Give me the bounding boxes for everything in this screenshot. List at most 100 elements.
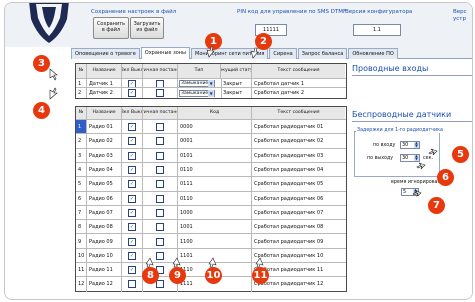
table-row[interactable]: 8 Радио 08 ✓ 1001 Сработал радиодатчик 08 bbox=[76, 219, 346, 235]
row-code[interactable]: 0101 bbox=[178, 148, 252, 163]
row-message[interactable]: Сработал радиодатчик 09 bbox=[252, 234, 345, 248]
tab-balance-request[interactable]: Запрос баланса bbox=[297, 48, 348, 59]
row-message[interactable]: Сработал радиодатчик 04 bbox=[252, 163, 345, 177]
row-code[interactable]: 0110 bbox=[178, 191, 252, 206]
partial-checkbox[interactable] bbox=[156, 89, 164, 97]
tab-alarm-notification[interactable]: Оповещение о тревоге bbox=[71, 48, 140, 59]
partial-checkbox[interactable] bbox=[156, 194, 164, 203]
seconds-label: сек. bbox=[423, 156, 434, 161]
partial-checkbox[interactable] bbox=[156, 237, 164, 246]
enabled-checkbox[interactable]: ✓ bbox=[128, 123, 136, 132]
row-code[interactable]: 0110 bbox=[178, 162, 252, 178]
row-name[interactable]: Радио 08 bbox=[87, 220, 122, 235]
type-select[interactable]: Замыкание ▼ bbox=[179, 80, 215, 87]
row-name[interactable]: Радио 06 bbox=[87, 191, 122, 206]
row-message[interactable]: Сработал радиодатчик 07 bbox=[252, 206, 345, 220]
enabled-checkbox[interactable]: ✓ bbox=[128, 151, 136, 160]
row-code[interactable]: 1100 bbox=[178, 234, 252, 249]
row-name[interactable]: Радио 04 bbox=[87, 162, 122, 178]
row-code[interactable]: 0001 bbox=[178, 134, 252, 149]
row-name[interactable]: Радио 05 bbox=[87, 177, 122, 192]
partial-checkbox[interactable] bbox=[156, 280, 164, 289]
tab-siren[interactable]: Сирена bbox=[269, 48, 297, 59]
table-row[interactable]: 5 Радио 05 ✓ 0111 Сработал радиодатчик 05 bbox=[76, 176, 346, 192]
partial-checkbox[interactable] bbox=[156, 223, 164, 232]
row-num: 2 bbox=[76, 88, 87, 98]
row-name[interactable]: Радио 02 bbox=[87, 134, 122, 149]
row-enabled-cell bbox=[122, 277, 143, 292]
callout-8: 8 bbox=[142, 267, 159, 284]
spin-arrows-icon[interactable]: ▲ ▼ bbox=[414, 141, 419, 148]
row-enabled-cell: ✓ bbox=[122, 162, 143, 178]
enabled-checkbox[interactable]: ✓ bbox=[128, 251, 136, 260]
row-name[interactable]: Радио 07 bbox=[87, 205, 122, 221]
row-message[interactable]: Сработал радиодатчик 03 bbox=[252, 149, 345, 163]
row-partial-cell bbox=[143, 234, 178, 249]
chevron-down-icon[interactable]: ▼ bbox=[208, 89, 214, 97]
row-name[interactable]: Радио 10 bbox=[87, 248, 122, 263]
row-name[interactable]: Радио 03 bbox=[87, 148, 122, 163]
row-message[interactable]: Сработал радиодатчик 02 bbox=[252, 134, 345, 148]
pin-code-label: PIN код для управления по SMS DTMF bbox=[237, 9, 347, 15]
partial-checkbox[interactable] bbox=[156, 151, 164, 160]
row-message[interactable]: Сработал радиодатчик 01 bbox=[252, 120, 345, 134]
load-from-file-button[interactable]: Загрузить из файл bbox=[130, 17, 164, 39]
entry-delay-stepper[interactable]: 30 ▲ ▼ bbox=[400, 141, 420, 149]
partial-checkbox[interactable] bbox=[156, 180, 164, 189]
ignore-time-stepper[interactable]: 5 ▲ ▼ bbox=[401, 188, 419, 196]
chevron-down-icon[interactable]: ▼ bbox=[208, 80, 214, 87]
enabled-checkbox[interactable]: ✓ bbox=[128, 180, 136, 189]
exit-delay-stepper[interactable]: 30 ▲ ▼ bbox=[400, 154, 420, 162]
tab-firmware-update[interactable]: Обновление ПО bbox=[348, 48, 398, 59]
enabled-checkbox[interactable] bbox=[128, 280, 136, 289]
row-name[interactable]: Радио 11 bbox=[87, 263, 122, 278]
row-message[interactable]: Сработал радиодатчик 05 bbox=[252, 177, 345, 191]
row-partial-cell bbox=[143, 162, 178, 178]
table-row[interactable]: 7 Радио 07 ✓ 1000 Сработал радиодатчик 07 bbox=[76, 204, 346, 221]
row-message[interactable]: Сработал радиодатчик 10 bbox=[252, 249, 345, 263]
enabled-checkbox[interactable]: ✓ bbox=[128, 89, 136, 97]
partial-checkbox[interactable] bbox=[156, 123, 164, 132]
spin-arrows-icon[interactable]: ▲ ▼ bbox=[413, 188, 418, 195]
enabled-checkbox[interactable]: ✓ bbox=[128, 208, 136, 217]
tab-security-zones[interactable]: Охранные зоны bbox=[140, 47, 190, 59]
col-enabled: Вкл Выкл bbox=[122, 107, 143, 119]
enabled-checkbox[interactable]: ✓ bbox=[128, 137, 136, 146]
partial-checkbox[interactable] bbox=[156, 208, 164, 217]
table-row[interactable]: 2 Датчик 2 ✓ Замыкание ▼ Закрыт Сработал … bbox=[76, 87, 346, 98]
row-code[interactable]: 1000 bbox=[178, 205, 252, 221]
enabled-checkbox[interactable]: ✓ bbox=[128, 266, 136, 275]
table-row[interactable]: 1 Радио 01 ✓ 0000 Сработал радиодатчик 01 bbox=[76, 119, 346, 135]
enabled-checkbox[interactable]: ✓ bbox=[128, 237, 136, 246]
row-message[interactable]: Сработал датчик 2 bbox=[252, 88, 345, 98]
enabled-checkbox[interactable]: ✓ bbox=[128, 194, 136, 203]
row-name[interactable]: Радио 12 bbox=[87, 277, 122, 292]
device-version-label-2: устр bbox=[453, 15, 466, 22]
spin-arrows-icon[interactable]: ▲ ▼ bbox=[414, 154, 419, 161]
row-name[interactable]: Радио 09 bbox=[87, 234, 122, 249]
table-row[interactable]: 4 Радио 04 ✓ 0110 Сработал радиодатчик 04 bbox=[76, 161, 346, 178]
col-name: Название bbox=[87, 64, 122, 78]
partial-checkbox[interactable] bbox=[156, 251, 164, 260]
table-row[interactable]: 6 Радио 06 ✓ 0110 Сработал радиодатчик 06 bbox=[76, 190, 346, 206]
table-row[interactable]: 3 Радио 03 ✓ 0101 Сработал радиодатчик 03 bbox=[76, 147, 346, 163]
row-code[interactable]: 1001 bbox=[178, 220, 252, 235]
row-code[interactable]: 0111 bbox=[178, 177, 252, 192]
type-select[interactable]: Замыкание ▼ bbox=[179, 89, 215, 97]
delay-group bbox=[354, 131, 440, 177]
row-code[interactable]: 1101 bbox=[178, 248, 252, 263]
enabled-checkbox[interactable]: ✓ bbox=[128, 223, 136, 232]
partial-checkbox[interactable] bbox=[156, 137, 164, 146]
row-code[interactable]: 0000 bbox=[178, 120, 252, 135]
partial-checkbox[interactable] bbox=[156, 166, 164, 175]
tab-power-monitoring[interactable]: Мониторинг сети питания bbox=[191, 48, 269, 59]
enabled-checkbox[interactable]: ✓ bbox=[128, 166, 136, 175]
row-name[interactable]: Радио 01 bbox=[87, 120, 122, 135]
row-message[interactable]: Сработал радиодатчик 06 bbox=[252, 192, 345, 206]
row-message[interactable]: Сработал радиодатчик 08 bbox=[252, 220, 345, 234]
table-row[interactable]: 10 Радио 10 ✓ 1101 Сработал радиодатчик 10 bbox=[76, 247, 346, 263]
row-name[interactable]: Датчик 2 bbox=[87, 88, 122, 98]
table-row[interactable]: 2 Радио 02 ✓ 0001 Сработал радиодатчик 02 bbox=[76, 133, 346, 149]
save-to-file-button[interactable]: Сохранить в файл bbox=[93, 17, 129, 39]
table-row[interactable]: 9 Радио 09 ✓ 1100 Сработал радиодатчик 09 bbox=[76, 233, 346, 249]
